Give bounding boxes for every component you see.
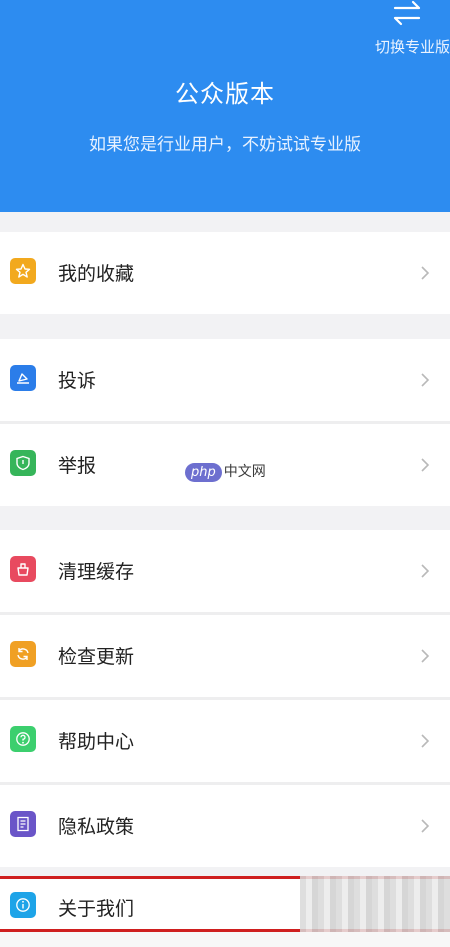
menu-item-privacy[interactable]: 隐私政策 bbox=[0, 785, 450, 867]
menu-item-label: 清理缓存 bbox=[58, 561, 135, 583]
menu-item-label: 举报 bbox=[58, 455, 97, 477]
menu-item-label: 隐私政策 bbox=[58, 816, 135, 838]
watermark: php 中文网 bbox=[185, 461, 266, 483]
shield-icon bbox=[10, 450, 36, 476]
refresh-icon bbox=[10, 641, 36, 667]
chevron-right-icon bbox=[421, 373, 430, 387]
chevron-right-icon bbox=[421, 819, 430, 833]
menu-item-check-update[interactable]: 检查更新 bbox=[0, 615, 450, 697]
star-icon bbox=[10, 258, 36, 284]
menu-item-favorites[interactable]: 我的收藏 bbox=[0, 232, 450, 314]
menu-item-label: 我的收藏 bbox=[58, 263, 135, 285]
chevron-right-icon bbox=[421, 649, 430, 663]
page-title: 公众版本 bbox=[175, 80, 275, 108]
menu-item-label: 投诉 bbox=[58, 370, 97, 392]
switch-arrows-icon bbox=[393, 0, 421, 26]
chevron-right-icon bbox=[421, 458, 430, 472]
document-icon bbox=[10, 811, 36, 837]
complaint-icon bbox=[10, 365, 36, 391]
watermark-logo: php bbox=[185, 463, 222, 482]
chevron-right-icon bbox=[421, 564, 430, 578]
menu-item-complaint[interactable]: 投诉 bbox=[0, 339, 450, 421]
watermark-text: 中文网 bbox=[223, 464, 266, 480]
menu-item-label: 检查更新 bbox=[58, 646, 135, 668]
menu-item-label: 关于我们 bbox=[58, 898, 135, 920]
menu-item-clear-cache[interactable]: 清理缓存 bbox=[0, 530, 450, 612]
broom-icon bbox=[10, 556, 36, 582]
menu-item-help[interactable]: 帮助中心 bbox=[0, 700, 450, 782]
bottom-nav-bar bbox=[0, 932, 450, 947]
info-icon bbox=[10, 892, 36, 918]
page-subtitle: 如果您是行业用户，不妨试试专业版 bbox=[89, 135, 361, 155]
chevron-right-icon bbox=[421, 734, 430, 748]
switch-pro-button[interactable]: 切换专业版 bbox=[366, 0, 450, 60]
help-icon bbox=[10, 726, 36, 752]
chevron-right-icon bbox=[421, 266, 430, 280]
menu-item-label: 帮助中心 bbox=[58, 731, 135, 753]
blurred-region bbox=[300, 876, 450, 932]
switch-pro-label: 切换专业版 bbox=[374, 38, 450, 56]
header: 切换专业版 公众版本 如果您是行业用户，不妨试试专业版 bbox=[0, 0, 450, 212]
